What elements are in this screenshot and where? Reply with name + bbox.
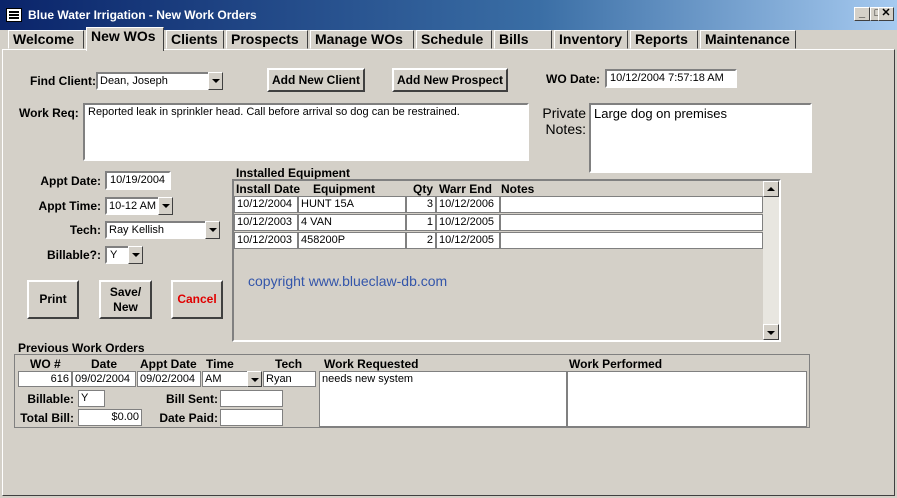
billable-prev-label: Billable: <box>27 392 74 406</box>
tech-combo[interactable]: Ray Kellish <box>105 221 220 239</box>
add-new-prospect-button[interactable]: Add New Prospect <box>392 68 508 92</box>
qty-cell[interactable]: 3 <box>406 196 436 213</box>
date-paid-field[interactable] <box>220 409 283 426</box>
work-performed-field[interactable] <box>567 371 807 427</box>
appt-date-field[interactable]: 10/19/2004 <box>105 171 171 190</box>
col-date: Date <box>91 357 118 371</box>
tab-new-wos[interactable]: New WOs <box>86 27 164 51</box>
col-appt-date: Appt Date <box>140 357 197 371</box>
appt-date-label: Appt Date: <box>40 174 101 188</box>
close-button[interactable]: ✕ <box>878 7 894 21</box>
chevron-down-icon[interactable] <box>247 371 262 387</box>
print-button[interactable]: Print <box>27 280 79 319</box>
tech-value: Ray Kellish <box>105 221 220 239</box>
wo-date-field[interactable]: 10/12/2004 7:57:18 AM <box>605 69 737 88</box>
notes-cell[interactable] <box>500 214 763 231</box>
warr-end-cell[interactable]: 10/12/2006 <box>436 196 500 213</box>
tech-label: Tech: <box>69 223 101 237</box>
find-client-combo[interactable]: Dean, Joseph <box>96 72 223 90</box>
date-paid-label: Date Paid: <box>159 411 218 425</box>
warr-end-cell[interactable]: 10/12/2005 <box>436 214 500 231</box>
billable-prev-field[interactable]: Y <box>78 390 105 407</box>
tab-manage-wos[interactable]: Manage WOs <box>310 30 414 49</box>
wo-tech-cell[interactable]: Ryan <box>263 371 316 387</box>
col-wo-no: WO # <box>30 357 61 371</box>
save-new-label-1: Save/ <box>109 285 142 300</box>
tab-prospects[interactable]: Prospects <box>226 30 308 49</box>
save-new-button[interactable]: Save/ New <box>99 280 152 319</box>
tab-clients[interactable]: Clients <box>166 30 224 49</box>
equipment-cell[interactable]: 4 VAN <box>298 214 406 231</box>
appt-time-label: Appt Time: <box>38 199 101 213</box>
bill-sent-field[interactable] <box>220 390 283 407</box>
find-client-label: Find Client: <box>30 74 96 88</box>
billable-label: Billable?: <box>46 248 101 262</box>
appt-time-combo[interactable]: 10-12 AM <box>105 197 173 215</box>
chevron-down-icon[interactable] <box>208 72 223 90</box>
wo-date-label: WO Date: <box>546 72 600 86</box>
installed-equipment-title: Installed Equipment <box>236 166 351 180</box>
copyright-text: copyright www.blueclaw-db.com <box>248 273 448 289</box>
wo-number-field[interactable]: 616 <box>18 371 72 387</box>
chevron-down-icon <box>767 331 775 335</box>
find-client-value: Dean, Joseph <box>96 72 223 90</box>
equipment-cell[interactable]: HUNT 15A <box>298 196 406 213</box>
equipment-cell[interactable]: 458200P <box>298 232 406 249</box>
tab-bills[interactable]: Bills <box>494 30 552 49</box>
chevron-up-icon <box>767 187 775 191</box>
private-notes-textarea[interactable]: Large dog on premises <box>589 103 812 173</box>
tab-reports[interactable]: Reports <box>630 30 698 49</box>
add-new-client-button[interactable]: Add New Client <box>267 68 365 92</box>
wo-appt-date-cell[interactable]: 09/02/2004 <box>137 371 201 387</box>
private-notes-label-2: Notes: <box>545 121 586 137</box>
private-notes-label-1: Private <box>542 105 586 121</box>
col-tech: Tech <box>275 357 303 371</box>
work-req-textarea[interactable]: Reported leak in sprinkler head. Call be… <box>83 103 529 161</box>
install-date-cell[interactable]: 10/12/2003 <box>234 214 298 231</box>
col-warr-end: Warr End <box>439 182 492 196</box>
tab-schedule[interactable]: Schedule <box>416 30 492 49</box>
app-form-icon <box>6 8 22 22</box>
tab-welcome[interactable]: Welcome <box>8 30 84 49</box>
col-time: Time <box>206 357 234 371</box>
chevron-down-icon[interactable] <box>205 221 220 239</box>
notes-cell[interactable] <box>500 232 763 249</box>
tab-inventory[interactable]: Inventory <box>554 30 628 49</box>
bill-sent-label: Bill Sent: <box>165 392 218 406</box>
col-notes: Notes <box>501 182 535 196</box>
col-equipment: Equipment <box>313 182 375 196</box>
warr-end-cell[interactable]: 10/12/2005 <box>436 232 500 249</box>
window-title: Blue Water Irrigation - New Work Orders <box>28 8 257 22</box>
scroll-down-button[interactable] <box>763 324 779 340</box>
cancel-button[interactable]: Cancel <box>171 280 223 319</box>
scroll-up-button[interactable] <box>763 181 779 197</box>
col-install-date: Install Date <box>236 182 301 196</box>
chevron-down-icon[interactable] <box>158 197 173 215</box>
work-requested-field[interactable]: needs new system <box>319 371 567 427</box>
private-notes-label: Private Notes: <box>532 105 586 137</box>
work-req-label: Work Req: <box>19 106 79 120</box>
tab-maintenance[interactable]: Maintenance <box>700 30 796 49</box>
notes-cell[interactable] <box>500 196 763 213</box>
chevron-down-icon[interactable] <box>128 246 143 264</box>
wo-time-combo[interactable]: AM <box>202 371 262 387</box>
install-date-cell[interactable]: 10/12/2003 <box>234 232 298 249</box>
minimize-button[interactable]: _ <box>854 7 870 21</box>
title-bar: Blue Water Irrigation - New Work Orders … <box>0 0 897 30</box>
install-date-cell[interactable]: 10/12/2004 <box>234 196 298 213</box>
col-work-requested: Work Requested <box>324 357 419 371</box>
total-bill-field[interactable]: $0.00 <box>78 409 142 426</box>
qty-cell[interactable]: 2 <box>406 232 436 249</box>
qty-cell[interactable]: 1 <box>406 214 436 231</box>
col-work-performed: Work Performed <box>569 357 663 371</box>
billable-combo[interactable]: Y <box>105 246 143 264</box>
col-qty: Qty <box>413 182 434 196</box>
total-bill-label: Total Bill: <box>20 411 74 425</box>
previous-work-orders-title: Previous Work Orders <box>18 341 145 355</box>
wo-date-cell[interactable]: 09/02/2004 <box>72 371 136 387</box>
save-new-label-2: New <box>113 299 138 314</box>
equipment-scrollbar[interactable] <box>763 181 779 340</box>
